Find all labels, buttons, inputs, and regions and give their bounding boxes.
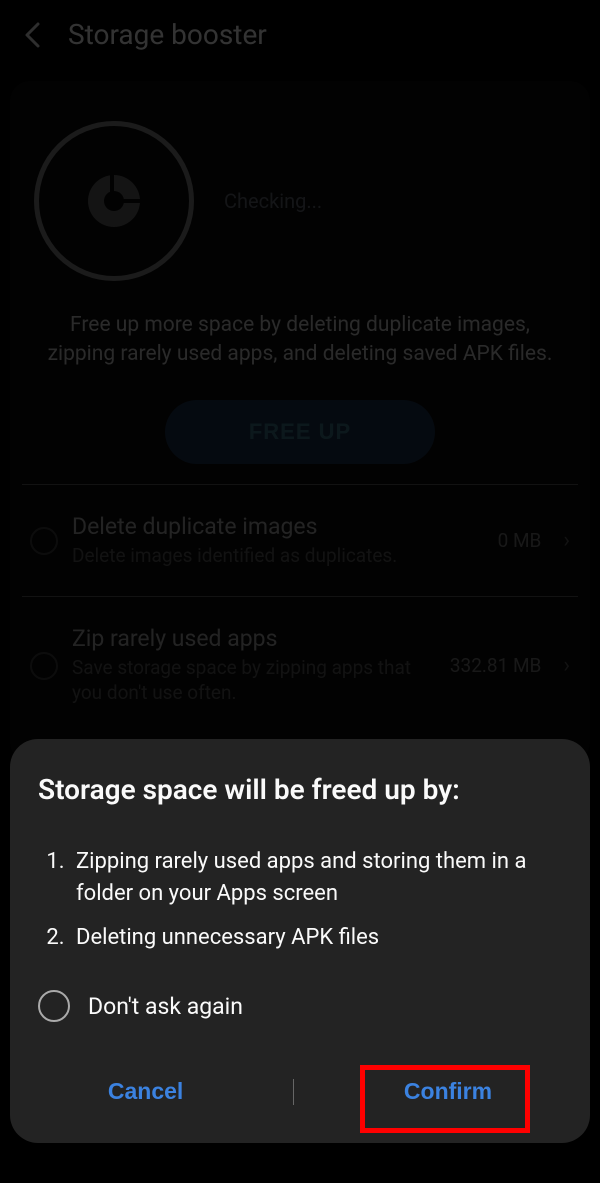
free-up-button[interactable]: FREE UP: [165, 400, 435, 464]
checkbox-icon[interactable]: [30, 527, 58, 555]
list-item-duplicate-images[interactable]: Delete duplicate images Delete images id…: [22, 497, 578, 585]
storage-gauge: [34, 121, 194, 281]
divider: [22, 596, 578, 597]
description-text: Free up more space by deleting duplicate…: [22, 311, 578, 370]
dialog-title: Storage space will be freed up by:: [38, 773, 562, 806]
confirmation-dialog: Storage space will be freed up by: Zippi…: [10, 739, 590, 1143]
chevron-right-icon: ›: [563, 653, 570, 678]
divider: [22, 484, 578, 485]
dont-ask-label: Don't ask again: [88, 993, 243, 1020]
list-item-zip-apps[interactable]: Zip rarely used apps Save storage space …: [22, 609, 578, 721]
status-label: Checking...: [224, 189, 322, 213]
back-icon[interactable]: [20, 23, 44, 47]
item-title: Delete duplicate images: [72, 513, 484, 540]
header-bar: Storage booster: [0, 0, 600, 69]
item-title: Zip rarely used apps: [72, 625, 436, 652]
item-subtitle: Save storage space by zipping apps that …: [72, 656, 436, 705]
radio-icon[interactable]: [38, 990, 70, 1022]
dialog-step-list: Zipping rarely used apps and storing the…: [38, 846, 562, 954]
item-size: 0 MB: [498, 529, 542, 552]
main-card: Checking... Free up more space by deleti…: [10, 81, 590, 762]
confirm-button[interactable]: Confirm: [374, 1064, 522, 1119]
dialog-actions: Cancel Confirm: [38, 1056, 562, 1119]
page-title: Storage booster: [68, 18, 267, 51]
chevron-right-icon: ›: [563, 528, 570, 553]
item-subtitle: Delete images identified as duplicates.: [72, 544, 484, 569]
dialog-step: Zipping rarely used apps and storing the…: [70, 846, 562, 910]
item-size: 332.81 MB: [450, 654, 542, 677]
dialog-step: Deleting unnecessary APK files: [70, 922, 562, 954]
action-separator: [293, 1079, 294, 1105]
cancel-button[interactable]: Cancel: [78, 1064, 213, 1119]
checkbox-icon[interactable]: [30, 652, 58, 680]
dont-ask-row[interactable]: Don't ask again: [38, 990, 562, 1022]
